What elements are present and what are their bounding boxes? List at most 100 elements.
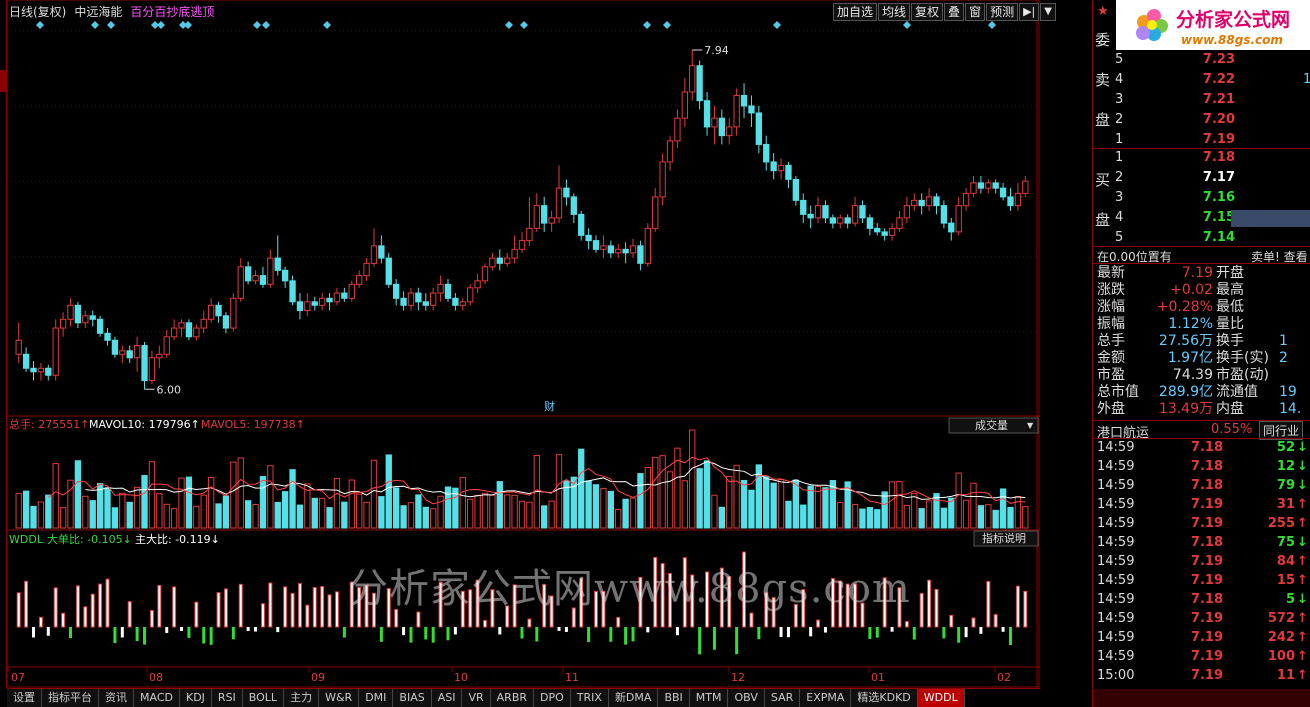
indicator-bar-negative [446,627,450,641]
candle-body [777,164,785,172]
overlay-button[interactable]: 叠 [944,3,965,21]
indicator-bar-positive [993,614,998,628]
volume-bar [378,496,385,529]
order-book-row[interactable]: 1 7.18 [1115,150,1310,170]
indicator-bar-negative [209,627,213,645]
tab-kdj[interactable]: KDJ [179,689,212,707]
formula-name[interactable]: 百分百抄底逃顶 [130,3,214,19]
candle-body [600,245,607,250]
tab-obv[interactable]: OBV [728,689,765,707]
order-book-row[interactable]: 2 7.20 [1115,112,1310,132]
tab-boll[interactable]: BOLL [242,689,285,707]
tab-rsi[interactable]: RSI [211,689,243,707]
quote-bottom-tabs[interactable] [1093,689,1310,707]
chevron-down-icon[interactable]: ▼ [1040,3,1056,21]
signal-diamond [773,21,781,29]
tick-price: 7.19 [1190,554,1223,569]
order-level: 5 [1115,52,1124,67]
tab-asi[interactable]: ASI [431,689,463,707]
indicator-bar-negative [631,627,635,642]
moving-average-button[interactable]: 均线 [878,3,911,21]
signal-diamond [505,21,513,29]
tab-vr[interactable]: VR [462,689,491,707]
adjust-button[interactable]: 复权 [911,3,944,21]
period-label[interactable]: 日线(复权) [9,3,66,19]
arrow-up-icon: ↑ [1297,554,1308,569]
tick-row: 14:59 7.19 84 ↑ [1097,554,1308,573]
tab-mtm[interactable]: MTM [689,689,729,707]
tab-wddl[interactable]: WDDL [917,689,965,707]
candle-body [333,292,341,303]
mavol10-label: MAVOL10: 179796↑ [89,418,200,431]
tick-row: 14:59 7.19 572 ↑ [1097,611,1308,630]
tick-price: 7.18 [1190,459,1223,474]
indicator-bar-negative [868,627,872,639]
xaxis-label: 12 [731,671,745,684]
add-favorite-button[interactable]: 加自选 [833,3,878,21]
window-button[interactable]: 窗 [965,3,986,21]
order-book-row[interactable]: 1 7.19 [1115,132,1310,152]
indicator-bar-positive [172,586,177,628]
stock-name: 中远海能 [74,5,123,19]
candle-body [526,227,533,242]
tab-macd[interactable]: MACD [134,689,180,707]
stat-value: 27.56万 [1158,333,1213,349]
tab-dmi[interactable]: DMI [359,689,394,707]
arrow-right-icon[interactable]: ▶| [1019,3,1040,21]
candle-body [237,266,244,299]
mavol5-label: MAVOL5: 197738↑ [201,418,305,431]
tab-资讯[interactable]: 资讯 [99,689,134,707]
candle-body [911,199,918,207]
stat-label-right: 流通值 [1216,384,1258,400]
candle-body [829,217,837,224]
indicator-bar-negative [46,627,50,636]
tab-指标平台[interactable]: 指标平台 [42,689,99,707]
order-book-row[interactable]: 3 7.16 [1115,190,1310,210]
tab-bbi[interactable]: BBI [658,689,690,707]
volume-bar [296,504,304,529]
volume-bar [874,509,881,529]
candle-body [489,257,496,268]
order-book-row[interactable]: 4 7.22 1 [1115,72,1310,92]
order-book-row[interactable]: 5 7.23 [1115,52,1310,72]
tab-主力[interactable]: 主力 [284,689,320,707]
order-book-row[interactable]: 3 7.21 [1115,92,1310,112]
tab-新dma[interactable]: 新DMA [608,689,659,707]
candle-body [59,318,67,329]
indicator-bar-negative [535,627,539,642]
candle-body [733,94,740,128]
order-book-row[interactable]: 5 7.14 [1115,230,1310,250]
tab-w&r[interactable]: W&R [319,689,360,707]
volume-bar [785,500,792,529]
volume-bar [348,479,355,529]
tab-dpo[interactable]: DPO [534,689,571,707]
candle-body [52,327,59,376]
volume-bar [156,493,163,529]
tick-time: 14:59 [1097,497,1135,512]
tick-price: 7.19 [1190,611,1223,626]
tab-trix[interactable]: TRIX [570,689,609,707]
tab-精选kdkd[interactable]: 精选KDKD [851,689,918,707]
star-icon[interactable]: ★ [1097,4,1109,19]
quote-panel: ★ 分析家公式网 www.88gs.com 委 卖盘 买盘 5 7.23 4 7.22… [1092,0,1310,707]
volume-bar [170,508,178,529]
tab-sar[interactable]: SAR [764,689,801,707]
order-price: 7.15 [1202,210,1235,225]
volume-bar [548,500,555,529]
logo-title: 分析家公式网 [1176,8,1290,31]
stat-label: 最新 [1097,265,1125,281]
logo-url: www.88gs.com [1181,33,1283,47]
site-logo: 分析家公式网 www.88gs.com [1116,0,1310,50]
tab-arbr[interactable]: ARBR [490,689,535,707]
tab-expma[interactable]: EXPMA [800,689,852,707]
volume-bar [74,460,82,529]
volume-bar [718,506,726,529]
tab-bias[interactable]: BIAS [393,689,432,707]
candle-body [985,182,992,189]
tab-设置[interactable]: 设置 [7,689,42,707]
order-book-row[interactable]: 2 7.17 [1115,170,1310,190]
indicator-bar-negative [246,627,250,631]
forecast-button[interactable]: 预测 [986,3,1019,21]
volume-bar [933,493,940,529]
tick-time: 14:59 [1097,535,1135,550]
